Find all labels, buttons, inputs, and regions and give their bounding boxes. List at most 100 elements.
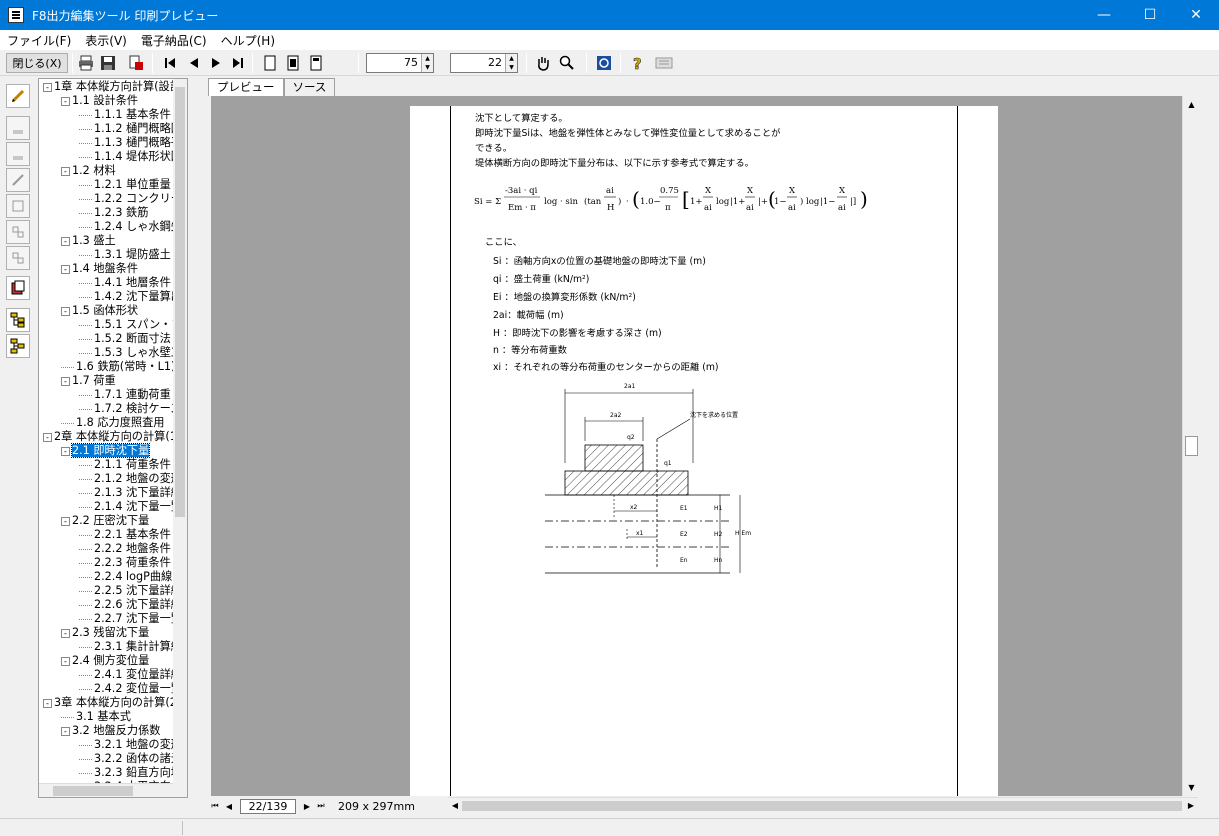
tree-item[interactable]: 2.1.3 沈下量詳細 — [79, 486, 182, 500]
tree-item[interactable]: 2.2.1 基本条件 — [79, 528, 171, 542]
tree-item[interactable]: 1.5.3 しゃ水壁工 — [79, 346, 182, 360]
preview-vertical-scrollbar[interactable]: ▲ ▼ — [1182, 96, 1199, 796]
close-button[interactable]: 閉じる(X) — [6, 53, 68, 73]
edit-tool-2-icon[interactable] — [6, 142, 30, 166]
nav-last-icon[interactable]: ⏭ — [314, 801, 328, 811]
tree-expander[interactable]: - — [61, 236, 70, 246]
tree-item[interactable]: 2.1.4 沈下量一覧 — [79, 500, 182, 514]
menu-electronic-delivery[interactable]: 電子納品(C) — [134, 32, 214, 49]
tree-item[interactable]: 1.1.1 基本条件 — [79, 108, 171, 122]
help-icon[interactable]: ? — [628, 53, 648, 73]
tree-expander[interactable]: - — [61, 306, 70, 316]
tree-item[interactable]: 1.7.2 検討ケース — [79, 402, 181, 416]
tree-expander[interactable]: - — [61, 264, 70, 274]
single-page-icon[interactable] — [260, 53, 280, 73]
tree-expand-icon[interactable] — [6, 308, 30, 332]
hand-icon[interactable] — [533, 53, 553, 73]
tree-item[interactable]: -1章 本体縦方向計算(設計 — [43, 80, 181, 94]
tree-item[interactable]: 1.1.3 樋門概略平 — [79, 136, 182, 150]
tree-item[interactable]: -1.2 材料 — [61, 164, 116, 178]
tree-expander[interactable]: - — [61, 656, 70, 666]
tree-item[interactable]: -2.2 圧密沈下量 — [61, 514, 149, 528]
print-icon[interactable] — [76, 53, 96, 73]
edit-tool-6-icon[interactable] — [6, 246, 30, 270]
tree-item[interactable]: 3.1 基本式 — [61, 710, 131, 724]
maximize-button[interactable]: ☐ — [1127, 0, 1173, 30]
edit-tool-5-icon[interactable] — [6, 220, 30, 244]
tree-item[interactable]: 2.2.4 logP曲線 — [79, 570, 172, 584]
tree-expander[interactable]: - — [61, 376, 70, 386]
tree-expander[interactable]: - — [61, 726, 70, 736]
nav-prev-icon[interactable]: ◀ — [222, 802, 236, 811]
nav-first-icon[interactable]: ⏮ — [208, 801, 222, 811]
tab-preview[interactable]: プレビュー — [208, 78, 284, 96]
lines-value[interactable]: 22 — [451, 54, 505, 72]
tree-item[interactable]: -1.3 盛土 — [61, 234, 116, 248]
tree-item[interactable]: -2.1 即時沈下量 — [61, 443, 151, 458]
tree-item[interactable]: -3.2 地盤反力係数 — [61, 724, 160, 738]
tree-item[interactable]: 1.2.3 鉄筋 — [79, 206, 148, 220]
tree-item[interactable]: 2.2.6 沈下量詳細 — [79, 598, 182, 612]
tree-item[interactable]: -2.4 側方変位量 — [61, 654, 149, 668]
tree-item[interactable]: 2.1.1 荷重条件 — [79, 458, 171, 472]
tree-expander[interactable]: - — [43, 432, 52, 442]
tree-expander[interactable]: - — [61, 446, 70, 456]
tree-item[interactable]: -1.7 荷重 — [61, 374, 116, 388]
tree-item[interactable]: 2.4.1 変位量詳細 — [79, 668, 182, 682]
tree-expander[interactable]: - — [61, 166, 70, 176]
tree-expander[interactable]: - — [61, 628, 70, 638]
page-width-icon[interactable] — [283, 53, 303, 73]
next-page-icon[interactable] — [206, 53, 226, 73]
tree-item[interactable]: -1.1 設計条件 — [61, 94, 138, 108]
menu-help[interactable]: ヘルプ(H) — [214, 32, 282, 49]
tree-expander[interactable]: - — [43, 698, 52, 708]
tree-item[interactable]: 2.2.3 荷重条件 — [79, 556, 171, 570]
page-indicator[interactable]: 22/139 — [240, 798, 296, 814]
book-icon[interactable] — [6, 276, 30, 300]
tree-item[interactable]: 2.2.2 地盤条件 — [79, 542, 171, 556]
tree-item[interactable]: 1.4.2 沈下量算出 — [79, 290, 182, 304]
edit-tool-4-icon[interactable] — [6, 194, 30, 218]
tree-item[interactable]: 1.4.1 地層条件 — [79, 276, 171, 290]
tree-item[interactable]: 1.1.2 樋門概略図 — [79, 122, 182, 136]
edit-tool-1-icon[interactable] — [6, 116, 30, 140]
tree-item[interactable]: -1.4 地盤条件 — [61, 262, 138, 276]
prev-page-icon[interactable] — [184, 53, 204, 73]
tree-item[interactable]: 1.5.1 スパン・プ — [79, 318, 183, 332]
tree-item[interactable]: -1.5 函体形状 — [61, 304, 138, 318]
tree-item[interactable]: 3.2.3 鉛直方向地 — [79, 766, 182, 780]
tree-item[interactable]: 1.3.1 堤防盛土 — [79, 248, 171, 262]
tree-expander[interactable]: - — [61, 96, 70, 106]
tree-item[interactable]: 3.2.1 地盤の変形 — [79, 738, 182, 752]
whole-page-icon[interactable] — [306, 53, 326, 73]
tree-expander[interactable]: - — [43, 82, 52, 92]
tab-source[interactable]: ソース — [283, 78, 336, 96]
close-window-button[interactable]: ✕ — [1173, 0, 1219, 30]
tree-item[interactable]: 2.4.2 変位量一覧 — [79, 682, 182, 696]
zoom-spinner[interactable]: 75 ▲ ▼ — [366, 53, 434, 73]
preview-horizontal-scrollbar[interactable]: ◀ ▶ — [448, 797, 1198, 813]
menu-view[interactable]: 表示(V) — [78, 32, 134, 49]
tree-item[interactable]: 2.3.1 集計計算結 — [79, 640, 182, 654]
tree-expander[interactable]: - — [61, 516, 70, 526]
tree-item[interactable]: 1.2.4 しゃ水鋼矢 — [79, 220, 182, 234]
tree-item[interactable]: -2.3 残留沈下量 — [61, 626, 149, 640]
tree-collapse-icon[interactable] — [6, 334, 30, 358]
menu-file[interactable]: ファイル(F) — [0, 32, 78, 49]
magnifier-icon[interactable] — [557, 53, 577, 73]
tree-item[interactable]: 1.5.2 断面寸法 — [79, 332, 171, 346]
nav-next-icon[interactable]: ▶ — [300, 802, 314, 811]
tree-item[interactable]: 1.2.2 コンクリー — [79, 192, 182, 206]
tree-item[interactable]: 2.1.2 地盤の変形 — [79, 472, 182, 486]
tree-item[interactable]: 1.2.1 単位重量 — [79, 178, 171, 192]
tree-item[interactable]: 3.2.2 函体の諸元 — [79, 752, 182, 766]
tree-item[interactable]: 1.8 応力度照査用 — [61, 416, 164, 430]
tree-item[interactable]: -2章 本体縦方向の計算(1 — [43, 430, 177, 444]
lines-spinner[interactable]: 22 ▲ ▼ — [450, 53, 518, 73]
last-page-icon[interactable] — [228, 53, 248, 73]
tree-item[interactable]: 2.2.7 沈下量一覧 — [79, 612, 182, 626]
tree-vertical-scrollbar[interactable] — [173, 79, 187, 797]
tree-item[interactable]: 1.6 鉄筋(常時・L1) — [61, 360, 175, 374]
tree-item[interactable]: 1.1.4 堤体形状図 — [79, 150, 182, 164]
refresh-icon[interactable] — [594, 53, 614, 73]
